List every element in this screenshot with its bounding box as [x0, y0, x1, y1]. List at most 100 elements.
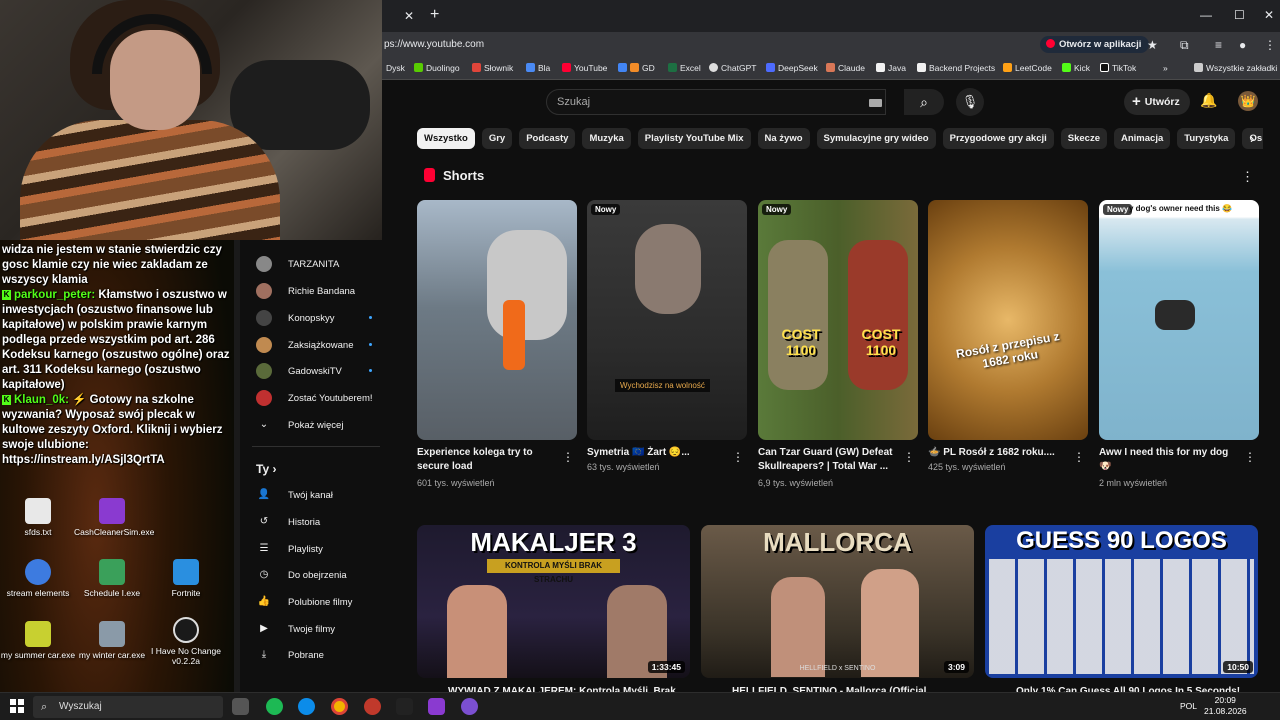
short-card[interactable]: Experience kolega try to secure load 601 …	[417, 200, 577, 488]
avatar[interactable]: 👑	[1238, 91, 1258, 111]
more-options-icon[interactable]: ⋮	[732, 450, 744, 464]
chip-podcasts[interactable]: Podcasty	[519, 128, 576, 149]
sidebar-item-liked[interactable]: 👍 Polubione filmy	[240, 589, 390, 615]
more-options-icon[interactable]: ⋮	[1244, 450, 1256, 464]
onenote-icon[interactable]	[428, 698, 445, 715]
close-window-icon[interactable]: ✕	[1264, 8, 1274, 22]
bookmark-item[interactable]: TikTok	[1100, 63, 1136, 73]
all-bookmarks[interactable]: Wszystkie zakładki	[1194, 63, 1277, 73]
close-tab-icon[interactable]: ✕	[404, 9, 414, 23]
desktop-icon-i-have-no-change[interactable]: I Have No Change v0.2.2a	[148, 617, 224, 666]
shorts-menu-icon[interactable]: ⋮	[1241, 169, 1254, 185]
sidebar-item-your-channel[interactable]: 👤 Twój kanał	[240, 482, 390, 508]
bookmark-item[interactable]: Claude	[826, 63, 865, 73]
sidebar-item-playlists[interactable]: ☰ Playlisty	[240, 536, 390, 562]
more-options-icon[interactable]: ⋮	[1073, 450, 1085, 464]
menu-icon[interactable]: ⋮	[1264, 38, 1276, 52]
video-thumbnail[interactable]: MAKALJER 3 KONTROLA MYŚLI BRAK STRACHU 1…	[417, 525, 690, 678]
maximize-icon[interactable]: ☐	[1234, 8, 1245, 22]
short-title[interactable]: Symetria 🇪🇺 Żart 😔...	[587, 446, 727, 460]
profile-icon[interactable]: ●	[1239, 38, 1246, 52]
minimize-icon[interactable]: —	[1200, 8, 1212, 22]
desktop-icon-cashcleaner[interactable]: CashCleanerSim.exe	[74, 498, 154, 537]
short-card[interactable]: Nowy Wychodzisz na wolność Symetria 🇪🇺 Ż…	[587, 200, 747, 472]
address-bar[interactable]: ps://www.youtube.com Otwórz w aplikacji …	[382, 32, 1280, 58]
short-thumbnail[interactable]: y dog's owner need this 😂 Nowy	[1099, 200, 1259, 440]
short-card[interactable]: Nowy COST 1100 COST 1100 Can Tzar Guard …	[758, 200, 918, 488]
create-button[interactable]: + Utwórz	[1124, 89, 1190, 115]
desktop-icon-sfds[interactable]: sfds.txt	[0, 498, 76, 537]
chip-sketches[interactable]: Skecze	[1060, 128, 1107, 149]
short-thumbnail[interactable]: Nowy COST 1100 COST 1100	[758, 200, 918, 440]
bookmark-item[interactable]: Backend Projects	[917, 63, 995, 73]
desktop-icon-fortnite[interactable]: Fortnite	[148, 559, 224, 598]
chip-all[interactable]: Wszystko	[417, 128, 475, 149]
search-button[interactable]: ⌕	[904, 89, 944, 115]
alien-icon[interactable]	[396, 698, 413, 715]
chip-tourism[interactable]: Turystyka	[1177, 128, 1236, 149]
bookmark-item[interactable]: Duolingo	[414, 63, 460, 73]
windows-start-icon[interactable]	[10, 699, 24, 713]
sidebar-item-tarzanita[interactable]: TARZANITA	[240, 251, 390, 277]
chip-action-adventure[interactable]: Przygodowe gry akcji	[942, 128, 1054, 149]
sidebar-item-watch-later[interactable]: ◷ Do obejrzenia	[240, 562, 390, 588]
short-title[interactable]: Aww I need this for my dog 🐶	[1099, 446, 1239, 474]
chip-games[interactable]: Gry	[481, 128, 513, 149]
bookmark-item[interactable]: DeepSeek	[766, 63, 818, 73]
sidebar-item-zaksiazkowane[interactable]: Zaksiążkowane	[240, 332, 390, 358]
sidebar-item-zostac-youtuberem[interactable]: Zostać Youtuberem!	[240, 385, 390, 411]
video-thumbnail[interactable]: MALLORCA HELLFIELD x SENTINO 3:09	[701, 525, 974, 678]
short-title[interactable]: Experience kolega try to secure load	[417, 446, 557, 474]
app-icon[interactable]	[461, 698, 478, 715]
extensions-icon[interactable]: ⧉	[1180, 38, 1189, 53]
bookmark-item[interactable]: Bla	[526, 63, 550, 73]
bookmark-item[interactable]: Dysk	[386, 63, 405, 73]
chip-live[interactable]: Na żywo	[757, 128, 810, 149]
bookmark-item[interactable]: Excel	[668, 63, 701, 73]
taskbar-search[interactable]: ⌕ Wyszukaj	[33, 696, 223, 718]
bookmark-item[interactable]: Słownik	[472, 63, 513, 73]
chip-mix[interactable]: Playlisty YouTube Mix	[637, 128, 751, 149]
bookmark-item[interactable]: Java	[876, 63, 906, 73]
task-view-icon[interactable]	[232, 698, 249, 715]
short-title[interactable]: 🍲 PL Rosół z 1682 roku....	[928, 446, 1068, 460]
bookmark-item[interactable]: ChatGPT	[709, 63, 756, 73]
desktop-icon-my-winter-car[interactable]: my winter car.exe	[74, 621, 150, 660]
clock[interactable]: 20:09 21.08.2026	[1204, 695, 1247, 717]
chevron-right-icon[interactable]: ›	[1250, 131, 1254, 146]
chip-simulation[interactable]: Symulacyjne gry wideo	[816, 128, 936, 149]
sidebar-item-downloads[interactable]: ⤓ Pobrane	[240, 642, 390, 668]
more-options-icon[interactable]: ⋮	[903, 450, 915, 464]
sidebar-item-history[interactable]: ↺ Historia	[240, 509, 390, 535]
notifications-bell-icon[interactable]: 🔔	[1200, 92, 1217, 109]
desktop-icon-schedule[interactable]: Schedule I.exe	[74, 559, 150, 598]
bookmark-item[interactable]: LeetCode	[1003, 63, 1052, 73]
language-indicator[interactable]: POL	[1180, 701, 1197, 711]
short-thumbnail[interactable]	[417, 200, 577, 440]
obs-icon[interactable]	[364, 698, 381, 715]
chip-music[interactable]: Muzyka	[582, 128, 631, 149]
star-icon[interactable]: ★	[1147, 38, 1158, 52]
sidebar-item-your-videos[interactable]: ▶ Twoje filmy	[240, 616, 390, 642]
chrome-icon[interactable]	[331, 698, 348, 715]
more-bookmarks-icon[interactable]: »	[1163, 63, 1168, 73]
new-tab-icon[interactable]: +	[430, 6, 439, 24]
edge-icon[interactable]	[298, 698, 315, 715]
bookmark-item[interactable]: YouTube	[562, 63, 607, 73]
open-in-app-button[interactable]: Otwórz w aplikacji	[1040, 36, 1150, 53]
short-title[interactable]: Can Tzar Guard (GW) Defeat Skullreapers? …	[758, 446, 898, 474]
short-thumbnail[interactable]: Nowy Wychodzisz na wolność	[587, 200, 747, 440]
bookmark-item[interactable]: GD	[618, 63, 655, 73]
sidebar-item-konopskyy[interactable]: Konopskyy	[240, 305, 390, 331]
show-more-button[interactable]: ⌄ Pokaż więcej	[240, 412, 390, 438]
more-options-icon[interactable]: ⋮	[562, 450, 574, 464]
search-input[interactable]: Szukaj	[546, 89, 886, 115]
short-thumbnail[interactable]: Rosół z przepisu z 1682 roku	[928, 200, 1088, 440]
voice-search-button[interactable]: 🎙	[956, 88, 984, 116]
desktop-icon-my-summer-car[interactable]: my summer car.exe	[0, 621, 76, 660]
url-text[interactable]: ps://www.youtube.com	[384, 39, 484, 50]
short-card[interactable]: y dog's owner need this 😂 Nowy Aww I nee…	[1099, 200, 1259, 488]
sidebar-item-richie-bandana[interactable]: Richie Bandana	[240, 278, 390, 304]
sidebar-item-gadowskitv[interactable]: GadowskiTV	[240, 358, 390, 384]
keyboard-icon[interactable]	[869, 99, 882, 107]
